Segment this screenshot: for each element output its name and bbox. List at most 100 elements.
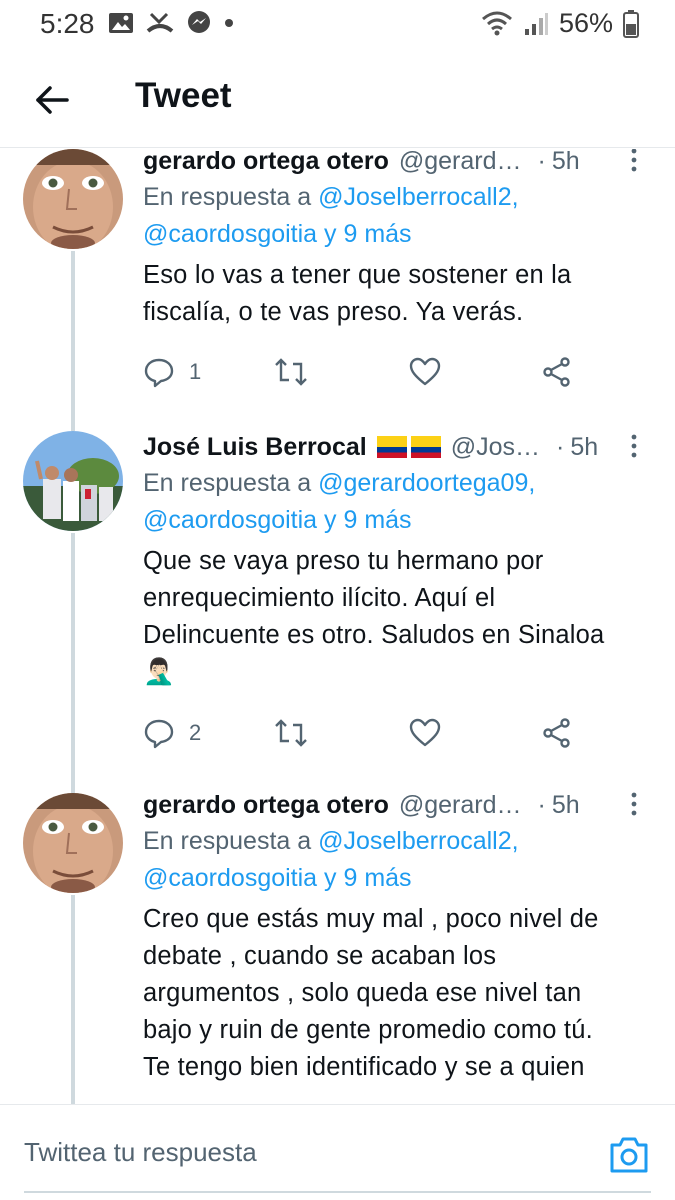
status-icons-left xyxy=(108,10,234,36)
tweet[interactable]: gerardo ortega otero @gerard… · 5h En re… xyxy=(0,789,675,1104)
user-handle[interactable]: @gerard… xyxy=(399,791,522,820)
reply-button[interactable]: 2 xyxy=(143,713,201,753)
tweet-header: José Luis Berrocal @Jos… · 5h xyxy=(143,429,649,465)
status-time: 5:28 xyxy=(40,8,95,39)
reply-context: En respuesta a @Joselberrocall2, @caordo… xyxy=(143,823,649,897)
tweet-body: gerardo ortega otero @gerard… · 5h En re… xyxy=(143,787,649,1086)
tweet-text-line: fiscalía, o te vas preso. Ya verás. xyxy=(143,298,524,326)
back-button[interactable] xyxy=(30,78,74,122)
tweet-text-line: Te tengo bien identificado y se a quien xyxy=(143,1053,585,1081)
tweet-text: Que se vaya preso tu hermano por enreque… xyxy=(143,543,649,691)
reply-context: En respuesta a @gerardoortega09, @caordo… xyxy=(143,465,649,539)
reply-input[interactable]: Twittea tu respuesta xyxy=(24,1137,257,1168)
reply-composer[interactable]: Twittea tu respuesta xyxy=(0,1104,675,1200)
display-name[interactable]: gerardo ortega otero xyxy=(143,149,389,176)
thread-line xyxy=(71,533,75,789)
tweet-text-line: Creo que estás muy mal , poco nivel de xyxy=(143,905,599,933)
missed-call-icon xyxy=(146,12,174,33)
signal-icon xyxy=(524,12,548,35)
retweet-icon xyxy=(275,719,307,747)
status-icons-right: 56% xyxy=(481,8,639,39)
tweet-text: Eso lo vas a tener que sostener en la fi… xyxy=(143,257,649,331)
tweet-text-line: argumentos , solo queda ese nivel tan xyxy=(143,979,582,1007)
reply-prefix: En respuesta a xyxy=(143,827,319,855)
facepalm-emoji: 🤦🏻‍♂️ xyxy=(143,658,175,686)
reply-count: 2 xyxy=(189,720,202,745)
avatar[interactable] xyxy=(23,793,123,893)
tweet-text-line: Delincuente es otro. Saludos en Sinaloa xyxy=(143,621,605,649)
share-icon xyxy=(543,718,570,748)
reply-prefix: En respuesta a xyxy=(143,183,319,211)
tweet-header: gerardo ortega otero @gerard… · 5h xyxy=(143,787,649,823)
colombia-flag-icon xyxy=(376,436,407,458)
battery-level: 56% xyxy=(558,8,613,38)
camera-icon xyxy=(610,1137,648,1173)
messenger-icon xyxy=(188,11,210,33)
reply-count: 1 xyxy=(189,359,202,384)
tweet-body: gerardo ortega otero @gerard… · 5h En re… xyxy=(143,149,649,331)
heart-icon xyxy=(409,718,441,747)
reply-context: En respuesta a @Joselberrocall2, @caordo… xyxy=(143,179,649,253)
battery-icon xyxy=(623,9,639,38)
tweet-text-line: Que se vaya preso tu hermano por xyxy=(143,547,544,575)
wifi-icon xyxy=(481,11,512,35)
tweet-text-line: bajo y ruin de gente promedio como tú. xyxy=(143,1016,593,1044)
more-options-icon[interactable] xyxy=(619,149,649,175)
tweet-header: gerardo ortega otero @gerard… · 5h xyxy=(143,149,649,179)
retweet-icon xyxy=(275,358,307,386)
mention-link[interactable]: @caordosgoitia y 9 más xyxy=(143,506,412,534)
tweet[interactable]: gerardo ortega otero @gerard… · 5h En re… xyxy=(0,149,675,429)
back-arrow-icon xyxy=(36,86,69,114)
mention-link[interactable]: @caordosgoitia y 9 más xyxy=(143,864,412,892)
flag-emojis xyxy=(376,436,441,458)
dot-icon xyxy=(225,19,233,27)
timestamp[interactable]: 5h xyxy=(570,433,598,462)
timestamp[interactable]: 5h xyxy=(552,791,580,820)
more-options-icon[interactable] xyxy=(619,431,649,461)
share-icon xyxy=(543,357,570,387)
camera-button[interactable] xyxy=(607,1133,651,1177)
thread-line xyxy=(71,895,75,1104)
tweet-text-line: enrequecimiento ilícito. Aquí el xyxy=(143,584,496,612)
input-underline xyxy=(24,1191,651,1193)
tweet-actions: 1 xyxy=(143,352,583,392)
tweet-actions: 2 xyxy=(143,713,583,753)
separator-dot: · xyxy=(537,149,546,175)
timestamp[interactable]: 5h xyxy=(552,149,580,176)
reply-button[interactable]: 1 xyxy=(143,352,201,392)
share-button[interactable] xyxy=(541,352,573,392)
avatar[interactable] xyxy=(23,149,123,249)
like-button[interactable] xyxy=(409,713,441,753)
reply-prefix: En respuesta a xyxy=(143,469,319,497)
app-header: Tweet xyxy=(0,48,675,148)
tweet-text-line: Eso lo vas a tener que sostener en la xyxy=(143,261,572,289)
colombia-flag-icon xyxy=(410,436,441,458)
mention-link[interactable]: @gerardoortega09, xyxy=(318,469,535,497)
avatar[interactable] xyxy=(23,431,123,531)
user-handle[interactable]: @gerard… xyxy=(399,149,522,176)
retweet-button[interactable] xyxy=(273,352,309,392)
heart-icon xyxy=(409,357,441,386)
retweet-button[interactable] xyxy=(273,713,309,753)
display-name[interactable]: José Luis Berrocal xyxy=(143,433,367,462)
separator-dot: · xyxy=(556,432,565,461)
status-bar: 5:28 56% xyxy=(0,0,675,48)
like-button[interactable] xyxy=(409,352,441,392)
image-icon xyxy=(109,13,133,33)
more-options-icon[interactable] xyxy=(619,789,649,819)
tweet-text: Creo que estás muy mal , poco nivel de d… xyxy=(143,901,649,1086)
thread-line xyxy=(71,251,75,429)
mention-link[interactable]: @Joselberrocall2, xyxy=(318,183,518,211)
tweet-feed[interactable]: gerardo ortega otero @gerard… · 5h En re… xyxy=(0,149,675,1104)
reply-icon xyxy=(144,719,174,749)
separator-dot: · xyxy=(537,790,546,819)
mention-link[interactable]: @Joselberrocall2, xyxy=(318,827,518,855)
tweet-text-line: debate , cuando se acaban los xyxy=(143,942,497,970)
page-title: Tweet xyxy=(135,76,232,115)
user-handle[interactable]: @Jos… xyxy=(451,433,540,462)
share-button[interactable] xyxy=(541,713,573,753)
reply-icon xyxy=(144,358,174,388)
tweet[interactable]: José Luis Berrocal @Jos… · 5h En respues… xyxy=(0,429,675,789)
display-name[interactable]: gerardo ortega otero xyxy=(143,791,389,820)
mention-link[interactable]: @caordosgoitia y 9 más xyxy=(143,220,412,248)
